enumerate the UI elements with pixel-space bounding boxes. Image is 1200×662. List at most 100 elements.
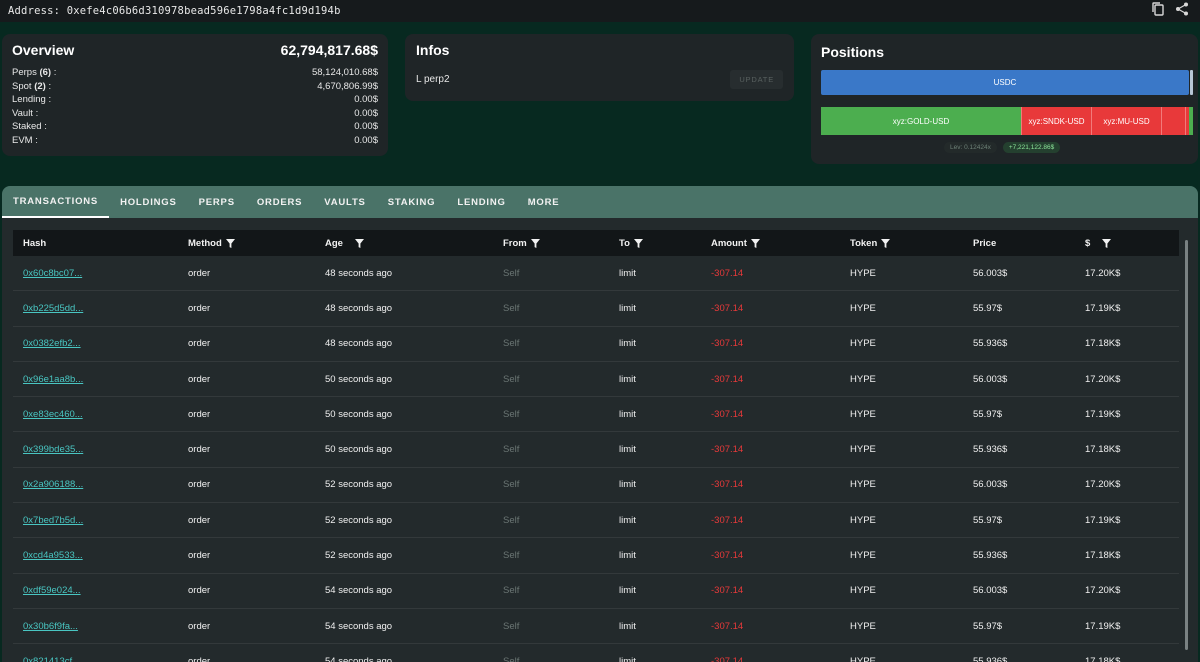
cell-from: Self: [503, 267, 520, 279]
wallet-address: Address: 0xefe4c06b6d310978bead596e1798a…: [8, 5, 341, 17]
filter-icon[interactable]: [750, 238, 760, 248]
table-row: 0xe83ec460... order 50 seconds ago Self limi…: [13, 397, 1179, 433]
usdc-bar-edge: [1190, 70, 1193, 95]
cell-hash[interactable]: 0x399bde35...: [23, 444, 83, 455]
position-segment-mu[interactable]: xyz:MU-USD: [1091, 107, 1161, 135]
cell-hash[interactable]: 0x7bed7b5d...: [23, 515, 83, 526]
cell: 55.97$: [973, 503, 1002, 537]
table-row: 0x30b6f9fa... order 54 seconds ago Self limi…: [13, 609, 1179, 645]
tab-transactions[interactable]: TRANSACTIONS: [2, 186, 110, 218]
cell-amount: -307.14: [711, 620, 744, 632]
cell: 50 seconds ago: [325, 397, 392, 431]
table-row: 0x7bed7b5d... order 52 seconds ago Self limi…: [13, 503, 1179, 539]
tab-perps[interactable]: PERPS: [188, 186, 246, 218]
cell-usd: 17.19K$: [1085, 514, 1121, 526]
header-label: Amount: [711, 237, 747, 249]
cell-hash[interactable]: 0x96e1aa8b...: [23, 374, 83, 385]
filter-icon[interactable]: [633, 238, 643, 248]
cell: 55.97$: [973, 609, 1002, 643]
filter-icon[interactable]: [225, 238, 235, 248]
cell: order: [188, 574, 210, 608]
tab-lending[interactable]: LENDING: [446, 186, 516, 218]
cell-age: 48 seconds ago: [325, 302, 393, 314]
position-segment[interactable]: [1161, 107, 1185, 135]
cell-token: HYPE: [850, 338, 876, 350]
filter-icon[interactable]: [881, 238, 891, 248]
cell-hash[interactable]: 0xdf59e024...: [23, 585, 81, 596]
cell: -307.14: [711, 644, 743, 662]
cell-hash[interactable]: 0xcd4a9533...: [23, 550, 83, 561]
cell: 50 seconds ago: [325, 362, 392, 396]
cell: 0x60c8bc07...: [23, 256, 82, 290]
cell-usd: 17.20K$: [1085, 585, 1121, 597]
filter-icon[interactable]: [530, 238, 540, 248]
cell-amount: -307.14: [711, 302, 744, 314]
update-button[interactable]: UPDATE: [730, 70, 783, 89]
cell-hash[interactable]: 0x821413cf...: [23, 656, 80, 662]
cell-to: limit: [619, 550, 636, 562]
usdc-bar[interactable]: USDC: [821, 70, 1189, 95]
cell-age: 48 seconds ago: [325, 338, 393, 350]
copy-icon[interactable]: [1150, 1, 1166, 22]
header-label: Hash: [23, 237, 47, 249]
cell-amount: -307.14: [711, 585, 744, 597]
cell: Self: [503, 538, 519, 572]
filter-icon[interactable]: [354, 238, 364, 248]
table-row: 0xcd4a9533... order 52 seconds ago Self limi…: [13, 538, 1179, 574]
cell: 52 seconds ago: [325, 468, 392, 502]
overview-row: Spot (2) : 4,670,806.99$: [12, 80, 378, 94]
table-row: 0x0382efb2... order 48 seconds ago Self limi…: [13, 327, 1179, 362]
cell-hash[interactable]: 0x60c8bc07...: [23, 268, 82, 279]
cell: 55.936$: [973, 432, 1007, 466]
cell-from: Self: [503, 620, 520, 632]
table-scrollbar[interactable]: [1185, 240, 1188, 650]
cell: 48 seconds ago: [325, 291, 392, 325]
header-label: Price: [973, 237, 997, 249]
overview-row: Vault : 0.00$: [12, 107, 378, 121]
position-segment-sndk[interactable]: xyz:SNDK-USD: [1021, 107, 1091, 135]
cell-hash[interactable]: 0x2a906188...: [23, 479, 83, 490]
infos-title: Infos: [416, 42, 450, 58]
cell: -307.14: [711, 538, 743, 572]
cell-price: 55.97$: [973, 620, 1003, 632]
cell-hash[interactable]: 0x30b6f9fa...: [23, 621, 78, 632]
overview-title: Overview: [12, 42, 75, 58]
cell-amount: -307.14: [711, 373, 744, 385]
tab-orders[interactable]: ORDERS: [246, 186, 313, 218]
tab-vaults[interactable]: VAULTS: [313, 186, 376, 218]
cell: 0xe83ec460...: [23, 397, 83, 431]
cell: 52 seconds ago: [325, 503, 392, 537]
cell-usd: 17.20K$: [1085, 479, 1121, 491]
table-row: 0xdf59e024... order 54 seconds ago Self limi…: [13, 574, 1179, 609]
cell: -307.14: [711, 362, 743, 396]
share-icon[interactable]: [1174, 1, 1190, 22]
cell-hash[interactable]: 0x0382efb2...: [23, 338, 81, 349]
cell-to: limit: [619, 655, 636, 662]
cell-amount: -307.14: [711, 267, 744, 279]
overview-row-label: EVM :: [12, 134, 38, 146]
table-row: 0x60c8bc07... order 48 seconds ago Self limi…: [13, 256, 1179, 292]
cell-to: limit: [619, 514, 636, 526]
tab-holdings[interactable]: HOLDINGS: [109, 186, 188, 218]
cell-usd: 17.18K$: [1085, 655, 1121, 662]
cell: limit: [619, 538, 636, 572]
transactions-panel: Hash Method Age From To Amount Token Price $0x60…: [2, 218, 1198, 662]
cell: order: [188, 538, 210, 572]
cell-hash[interactable]: 0xb225d5dd...: [23, 303, 83, 314]
cell-hash[interactable]: 0xe83ec460...: [23, 409, 83, 420]
position-segment[interactable]: [1189, 107, 1193, 135]
cell: -307.14: [711, 503, 743, 537]
cell: HYPE: [850, 291, 876, 325]
cell: 17.19K$: [1085, 291, 1120, 325]
tab-more[interactable]: MORE: [517, 186, 571, 218]
cell: 17.19K$: [1085, 609, 1120, 643]
header-label: From: [503, 237, 527, 249]
cell-from: Self: [503, 479, 520, 491]
cell: 52 seconds ago: [325, 538, 392, 572]
cell-amount: -307.14: [711, 514, 744, 526]
filter-icon[interactable]: [1102, 238, 1112, 248]
cell-price: 55.936$: [973, 550, 1008, 562]
cell-age: 50 seconds ago: [325, 408, 393, 420]
position-segment-gold[interactable]: xyz:GOLD-USD: [821, 107, 1021, 135]
tab-staking[interactable]: STAKING: [377, 186, 447, 218]
